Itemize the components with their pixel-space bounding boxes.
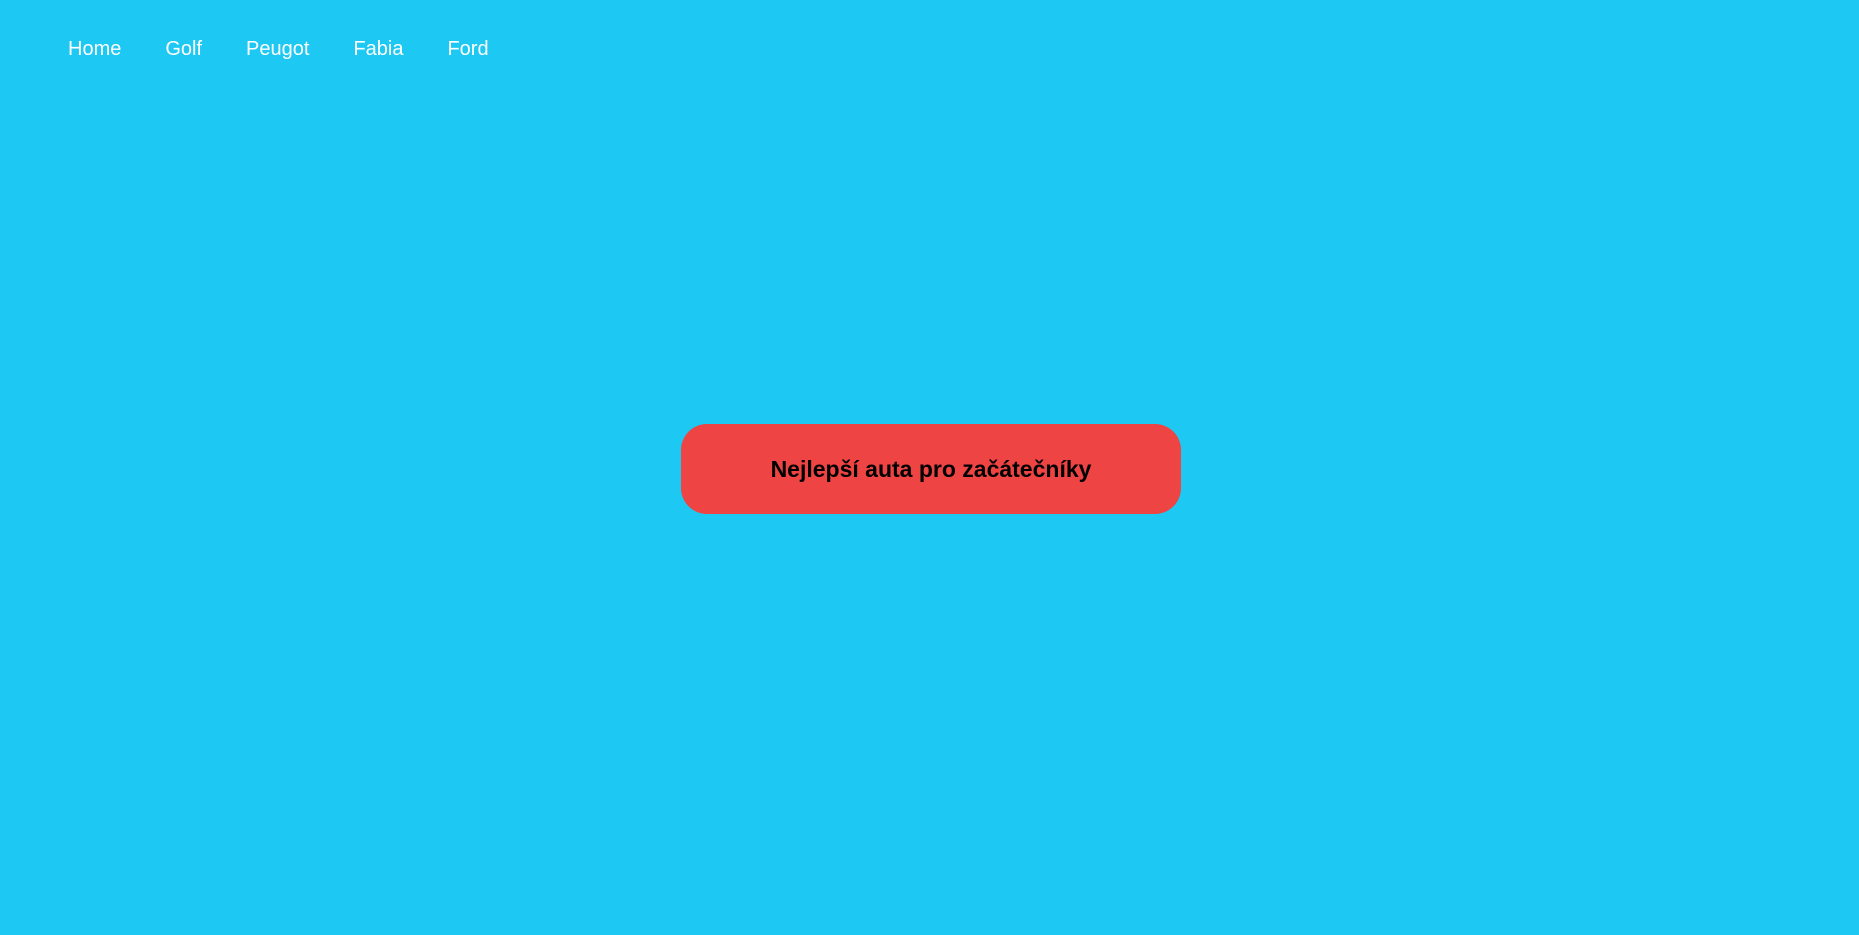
nav-link-fabia[interactable]: Fabia	[353, 37, 403, 61]
best-cars-button[interactable]: Nejlepší auta pro začátečníky	[681, 424, 1181, 514]
best-cars-button-label: Nejlepší auta pro začátečníky	[770, 455, 1092, 482]
nav-link-peugot[interactable]: Peugot	[246, 37, 309, 61]
nav-link-home[interactable]: Home	[68, 37, 121, 61]
nav-link-golf[interactable]: Golf	[165, 37, 202, 61]
main-navigation: Home Golf Peugot Fabia Ford	[68, 37, 489, 61]
nav-link-ford[interactable]: Ford	[447, 37, 488, 61]
